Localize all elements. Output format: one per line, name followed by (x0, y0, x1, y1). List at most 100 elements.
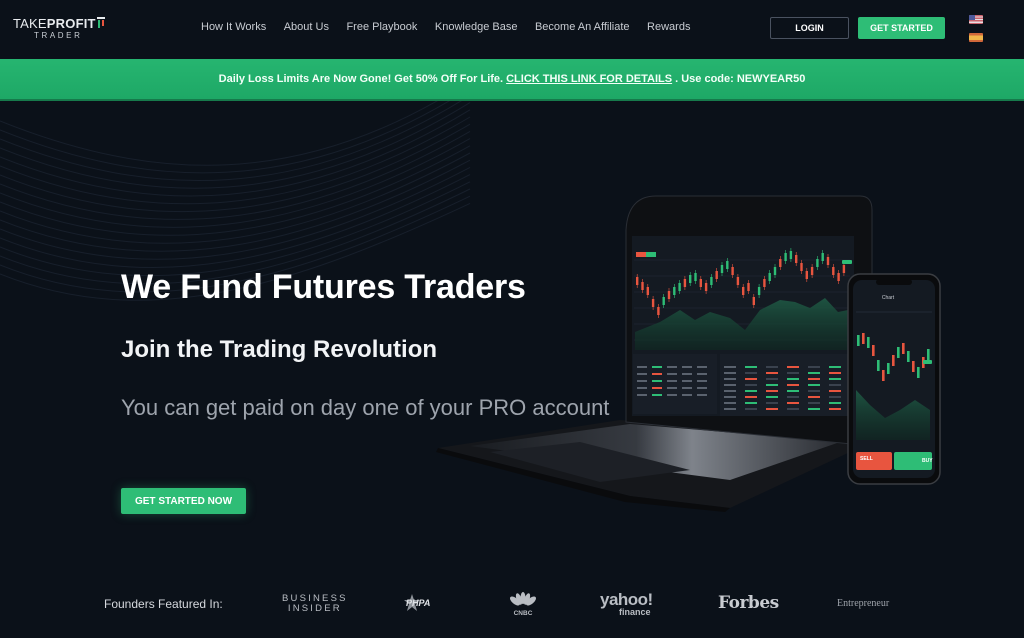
phone-candle (912, 361, 915, 372)
table-cell (745, 390, 757, 392)
table-cell (652, 366, 662, 368)
table-cell (697, 394, 707, 396)
logo-wordmark: TAKEPROFIT (13, 16, 96, 31)
price-tag (842, 260, 852, 264)
table-cell (787, 378, 799, 380)
nav-rewards[interactable]: Rewards (647, 21, 690, 33)
table-cell (637, 373, 647, 375)
wave-line (0, 101, 450, 174)
phone-candle (882, 370, 885, 381)
table-cell (808, 402, 820, 404)
table-cell (697, 380, 707, 382)
banner-text: Daily Loss Limits Are Now Gone! Get 50% … (218, 73, 504, 85)
phpa-logo: PHPA (404, 594, 430, 611)
table-cell (766, 390, 778, 392)
table-cell (745, 372, 757, 374)
candle (736, 277, 740, 285)
table-cell (667, 394, 677, 396)
table-cell (808, 384, 820, 386)
table-cell (637, 387, 647, 389)
table-cell (787, 366, 799, 368)
candle (795, 255, 798, 263)
wave-line (0, 109, 471, 197)
candle (752, 297, 755, 305)
candle (720, 265, 724, 273)
candle (757, 287, 761, 295)
candle (789, 251, 793, 259)
logo[interactable]: TAKEPROFIT TRADER (13, 16, 105, 42)
candle (779, 259, 782, 267)
banner-code-text: . Use code: NEWYEAR50 (675, 73, 806, 85)
table-cell (829, 402, 841, 404)
candle (747, 283, 750, 291)
table-cell (682, 394, 692, 396)
svg-text:PHPA: PHPA (406, 598, 430, 608)
table-cell (637, 380, 647, 382)
yahoo-finance-logo: yahoo! finance (600, 591, 653, 617)
table-cell (697, 373, 707, 375)
candle (731, 267, 734, 275)
logo-candle-icon (97, 17, 105, 28)
business-insider-logo: BUSINESS INSIDER (282, 594, 348, 614)
table-cell (829, 408, 841, 410)
get-started-button[interactable]: GET STARTED (858, 17, 945, 39)
table-cell (682, 387, 692, 389)
table-cell (745, 378, 757, 380)
table-cell (829, 366, 841, 368)
nav-become-affiliate[interactable]: Become An Affiliate (535, 21, 630, 33)
table-cell (829, 384, 841, 386)
table-cell (724, 396, 736, 398)
laptop (436, 195, 873, 512)
yahoo-line1: yahoo! (600, 590, 653, 609)
spain-flag-icon[interactable] (969, 33, 983, 42)
phone-candle (892, 355, 895, 366)
table-cell (724, 402, 736, 404)
candle (816, 259, 819, 267)
table-cell (787, 408, 799, 410)
table-cell (829, 378, 841, 380)
table-cell (787, 390, 799, 392)
table-cell (682, 373, 692, 375)
candle (683, 279, 687, 287)
table-cell (787, 384, 799, 386)
forbes-logo: Forbes (718, 593, 779, 613)
table-cell (766, 402, 778, 404)
table-cell (745, 408, 757, 410)
table-cell (766, 366, 778, 368)
candle (837, 273, 840, 281)
candle (842, 265, 846, 273)
positions-panel (633, 354, 717, 414)
nav-about-us[interactable]: About Us (284, 21, 329, 33)
table-cell (745, 402, 757, 404)
login-button[interactable]: LOGIN (770, 17, 849, 39)
nav-free-playbook[interactable]: Free Playbook (346, 21, 417, 33)
table-cell (787, 396, 799, 398)
nav-how-it-works[interactable]: How It Works (201, 21, 266, 33)
table-cell (697, 387, 707, 389)
table-cell (724, 408, 736, 410)
get-started-now-button[interactable]: GET STARTED NOW (121, 488, 246, 514)
phone-candle (872, 345, 875, 356)
banner-details-link[interactable]: CLICK THIS LINK FOR DETAILS (506, 73, 672, 85)
bi-line2: INSIDER (287, 603, 342, 614)
candle (821, 253, 824, 261)
nav-knowledge-base[interactable]: Knowledge Base (435, 21, 518, 33)
phone-candle (917, 367, 920, 378)
sell-tag (636, 252, 646, 257)
table-cell (829, 396, 841, 398)
phone-sell-label: SELL (860, 456, 873, 462)
table-cell (766, 378, 778, 380)
table-cell (637, 394, 647, 396)
candle (726, 261, 729, 269)
candle (800, 263, 803, 271)
candle (689, 275, 692, 283)
phone-candle (877, 360, 880, 371)
table-cell (682, 366, 692, 368)
us-flag-icon[interactable] (969, 15, 983, 24)
table-cell (682, 380, 692, 382)
table-cell (724, 390, 736, 392)
phone: Chart SELL BUY (847, 273, 941, 485)
devices-illustration: Chart SELL BUY (436, 195, 941, 512)
table-cell (766, 384, 778, 386)
table-cell (766, 408, 778, 410)
